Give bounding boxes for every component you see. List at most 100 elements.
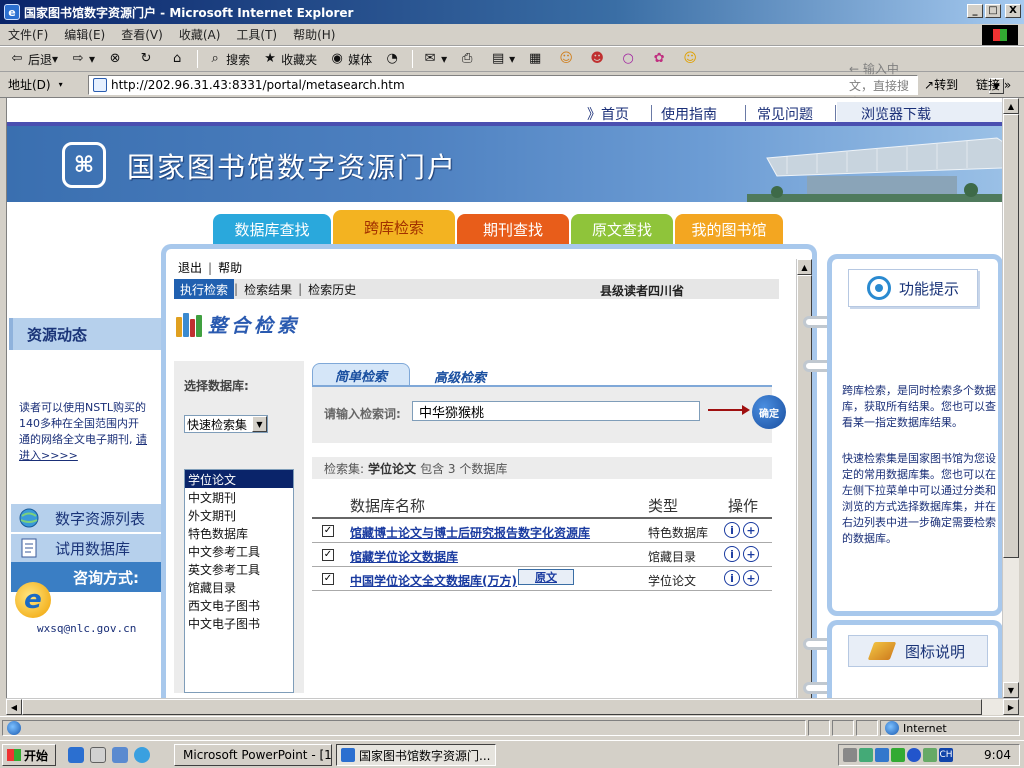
database-list[interactable]: 学位论文 中文期刊 外文期刊 特色数据库 中文参考工具 英文参考工具 馆藏目录 … bbox=[184, 469, 294, 693]
mail-button[interactable]: ✉ ▾ bbox=[419, 50, 450, 68]
search-button[interactable]: ⌕ 搜索 bbox=[204, 50, 253, 69]
favorites-button[interactable]: ★ 收藏夹 bbox=[259, 50, 320, 69]
outlook-quicklaunch-icon[interactable] bbox=[112, 747, 128, 763]
menu-edit[interactable]: 编辑(E) bbox=[64, 26, 105, 43]
menu-help[interactable]: 帮助(H) bbox=[293, 26, 335, 43]
database-list-item[interactable]: 外文期刊 bbox=[185, 506, 293, 524]
row-db-name[interactable]: 馆藏学位论文数据库 bbox=[350, 548, 458, 565]
nav-home[interactable]: 》首页 bbox=[587, 104, 629, 124]
panel-scroll-thumb[interactable] bbox=[797, 275, 812, 698]
tab-simple-search[interactable]: 简单检索 bbox=[312, 363, 410, 387]
info-icon[interactable]: i bbox=[724, 570, 740, 586]
page-horizontal-scrollbar[interactable]: ◀ ▶ bbox=[6, 698, 1019, 715]
menu-favorites[interactable]: 收藏(A) bbox=[179, 26, 221, 43]
forward-button[interactable]: ⇨ ▾ bbox=[67, 50, 98, 68]
subnav-search-results[interactable]: 检索结果 bbox=[238, 281, 298, 298]
task-ie-library[interactable]: 国家图书馆数字资源门... bbox=[336, 744, 496, 766]
links-button[interactable]: 链接 » bbox=[976, 76, 1011, 93]
menu-tools[interactable]: 工具(T) bbox=[236, 26, 277, 43]
row-checkbox[interactable]: ✓ bbox=[322, 525, 334, 537]
tab-fulltext-search[interactable]: 原文查找 bbox=[571, 214, 673, 244]
database-list-item[interactable]: 中文期刊 bbox=[185, 488, 293, 506]
update-icon[interactable] bbox=[891, 748, 905, 762]
icon-legend-button[interactable]: 图标说明 bbox=[848, 635, 988, 667]
ie-quicklaunch-icon[interactable] bbox=[68, 747, 84, 763]
discuss-button[interactable]: ▦ bbox=[524, 50, 549, 68]
info-icon[interactable]: i bbox=[724, 522, 740, 538]
print-button[interactable]: ⎙ bbox=[456, 50, 481, 68]
minimize-button[interactable]: _ bbox=[967, 4, 983, 18]
nav-guide[interactable]: 使用指南 bbox=[661, 104, 717, 124]
digital-resource-list-button[interactable]: 数字资源列表 bbox=[11, 504, 161, 532]
menu-view[interactable]: 查看(V) bbox=[121, 26, 163, 43]
row-db-name[interactable]: 中国学位论文全文数据库(万方) bbox=[350, 572, 517, 589]
horizontal-scroll-thumb[interactable] bbox=[22, 699, 982, 715]
history-button[interactable]: ◔ bbox=[381, 50, 406, 68]
trial-database-button[interactable]: 试用数据库 bbox=[11, 534, 161, 562]
scroll-right-button[interactable]: ▶ bbox=[1003, 699, 1019, 715]
info-icon[interactable]: i bbox=[724, 546, 740, 562]
stop-button[interactable]: ⊗ bbox=[104, 50, 129, 68]
row-checkbox[interactable]: ✓ bbox=[322, 549, 334, 561]
tab-my-library[interactable]: 我的图书馆 bbox=[675, 214, 783, 244]
window-title-bar[interactable]: e 国家图书馆数字资源门户 - Microsoft Internet Explo… bbox=[0, 0, 1024, 24]
fulltext-button[interactable]: 原文 bbox=[518, 569, 574, 585]
plus-icon[interactable]: + bbox=[743, 546, 759, 562]
confirm-search-button[interactable]: 确定 bbox=[752, 395, 786, 429]
nav-faq[interactable]: 常见问题 bbox=[757, 104, 813, 124]
edit-button[interactable]: ▤ ▾ bbox=[487, 50, 518, 68]
flower-button[interactable]: ✿ bbox=[648, 50, 673, 68]
chevron-down-icon[interactable]: ▼ bbox=[252, 416, 267, 432]
tab-journal-search[interactable]: 期刊查找 bbox=[457, 214, 569, 244]
antivirus-icon[interactable] bbox=[923, 748, 937, 762]
menu-file[interactable]: 文件(F) bbox=[8, 26, 48, 43]
messenger-button[interactable]: ☺ bbox=[555, 50, 580, 68]
address-dropdown-arrow[interactable]: ▾ bbox=[59, 80, 63, 89]
scroll-down-button[interactable]: ▼ bbox=[1003, 682, 1019, 698]
database-list-item[interactable]: 学位论文 bbox=[185, 470, 293, 488]
database-list-item[interactable]: 馆藏目录 bbox=[185, 578, 293, 596]
tab-cross-search[interactable]: 跨库检索 bbox=[333, 210, 455, 244]
tab-advanced-search[interactable]: 高级检索 bbox=[434, 367, 486, 386]
ie-tray-icon[interactable] bbox=[907, 748, 921, 762]
nav-browser-download[interactable]: 浏览器下载 bbox=[861, 104, 931, 124]
messenger-quicklaunch-icon[interactable] bbox=[134, 747, 150, 763]
help-link[interactable]: 帮助 bbox=[218, 261, 242, 275]
input-method-icon[interactable]: CH bbox=[939, 748, 953, 762]
back-button[interactable]: ⇦ 后退 ▾ bbox=[6, 50, 61, 69]
maximize-button[interactable]: □ bbox=[985, 4, 1001, 18]
page-vertical-scrollbar[interactable]: ▲ ▼ bbox=[1002, 98, 1019, 698]
go-button[interactable]: ↗转到 bbox=[924, 76, 958, 93]
volume-icon[interactable] bbox=[843, 748, 857, 762]
desktop-quicklaunch-icon[interactable] bbox=[90, 747, 106, 763]
scroll-left-button[interactable]: ◀ bbox=[6, 699, 22, 715]
qq-button[interactable]: ☻ bbox=[586, 50, 611, 68]
quick-search-set-select[interactable]: 快速检索集 ▼ bbox=[184, 415, 268, 433]
database-list-item[interactable]: 特色数据库 bbox=[185, 524, 293, 542]
logout-link[interactable]: 退出 bbox=[178, 261, 202, 275]
refresh-button[interactable]: ↻ bbox=[135, 50, 160, 68]
row-db-name[interactable]: 馆藏博士论文与博士后研究报告数字化资源库 bbox=[350, 524, 590, 541]
plus-icon[interactable]: + bbox=[743, 570, 759, 586]
task-powerpoint[interactable]: Microsoft PowerPoint - [1... bbox=[174, 744, 332, 766]
plus-icon[interactable]: + bbox=[743, 522, 759, 538]
home-button[interactable]: ⌂ bbox=[166, 50, 191, 68]
subnav-execute-search[interactable]: 执行检索 bbox=[174, 279, 235, 299]
database-list-item[interactable]: 英文参考工具 bbox=[185, 560, 293, 578]
network-icon[interactable] bbox=[859, 748, 873, 762]
media-button[interactable]: ◉ 媒体 bbox=[326, 50, 375, 69]
ring-button[interactable]: ○ bbox=[617, 50, 642, 68]
scroll-up-button[interactable]: ▲ bbox=[1003, 98, 1019, 114]
scroll-thumb[interactable] bbox=[1003, 114, 1019, 558]
subnav-search-history[interactable]: 检索历史 bbox=[302, 281, 362, 298]
database-list-item[interactable]: 西文电子图书 bbox=[185, 596, 293, 614]
emoticon-button[interactable]: ☺ bbox=[679, 50, 704, 68]
keyword-input[interactable]: 中华猕猴桃 bbox=[412, 401, 700, 421]
start-button[interactable]: 开始 bbox=[2, 744, 56, 766]
close-button[interactable]: X bbox=[1005, 4, 1021, 18]
address-input[interactable]: http://202.96.31.43:8331/portal/metasear… bbox=[88, 62, 1004, 110]
row-checkbox[interactable]: ✓ bbox=[322, 573, 334, 585]
database-list-item[interactable]: 中文参考工具 bbox=[185, 542, 293, 560]
qq-tray-icon[interactable] bbox=[875, 748, 889, 762]
consult-email[interactable]: wxsq@nlc.gov.cn bbox=[37, 622, 136, 635]
